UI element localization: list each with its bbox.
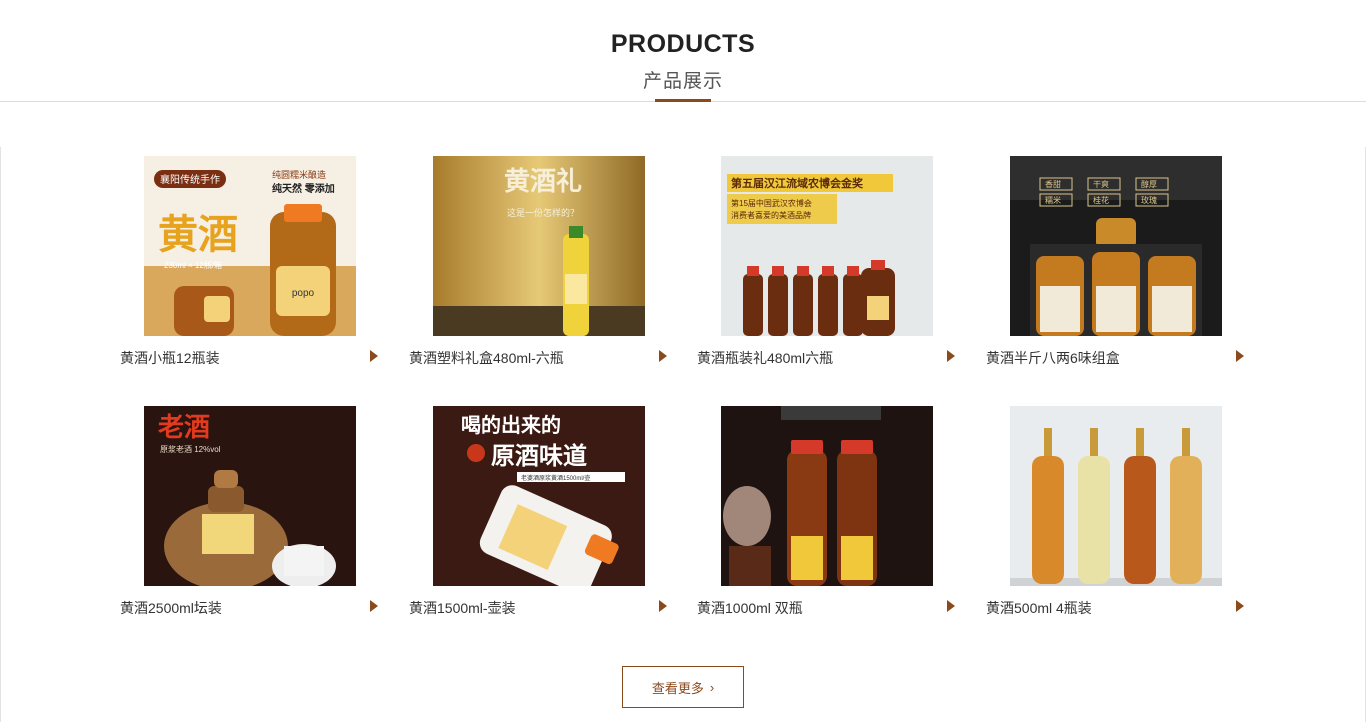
product-card[interactable]: 香甜 干爽 醇厚 糯米 桂花 玫瑰 黄酒半斤八两6味组盒 [986,156,1246,388]
product-image[interactable]: 喝的出来的 原酒味道 老婆酒原浆黄酒1500ml/壶 [433,406,645,586]
svg-text:桂花: 桂花 [1093,195,1109,205]
triangle-right-icon[interactable] [659,600,667,612]
section-title-en: PRODUCTS [610,30,756,58]
svg-text:纯天然 零添加: 纯天然 零添加 [272,182,335,195]
product-photo-four-bottles [1010,406,1222,586]
svg-text:糯米: 糯米 [1045,195,1061,205]
triangle-right-icon[interactable] [659,350,667,362]
section-title-zh: 产品展示 [642,71,723,92]
product-photo-combo-box: 香甜 干爽 醇厚 糯米 桂花 玫瑰 [1010,156,1222,336]
image-tag: 襄阳传统手作 [160,173,220,186]
svg-text:popo: popo [292,288,315,299]
section-heading: PRODUCTS 产品展示 [0,0,1366,102]
product-card[interactable]: 黄酒500ml 4瓶装 [986,406,1246,638]
product-card[interactable]: 喝的出来的 原酒味道 老婆酒原浆黄酒1500ml/壶 黄酒1500ml-壶装 [409,406,669,638]
product-image[interactable]: 襄阳传统手作 纯圆糯米酿造 纯天然 零添加 黄酒 230ml × 12瓶/箱 p… [144,156,356,336]
product-card[interactable]: 老酒 原浆老酒 12%vol 黄酒2500ml坛装 [120,406,380,638]
product-photo-six-bottles: 第五届汉江流域农博会金奖 第15届中国武汉农博会 消费者喜爱的美酒品牌 [721,156,933,336]
product-name[interactable]: 黄酒瓶装礼480ml六瓶 [697,348,937,368]
left-border [0,147,1,722]
product-name[interactable]: 黄酒500ml 4瓶装 [986,598,1226,618]
product-photo-gift-box: 黄酒礼 这是一份怎样的？ [433,156,645,336]
product-card[interactable]: 襄阳传统手作 纯圆糯米酿造 纯天然 零添加 黄酒 230ml × 12瓶/箱 p… [120,156,380,388]
svg-text:230ml × 12瓶/箱: 230ml × 12瓶/箱 [164,260,222,270]
svg-text:原浆老酒 12%vol: 原浆老酒 12%vol [160,444,221,454]
title-underline [655,99,711,102]
triangle-right-icon[interactable] [1236,600,1244,612]
triangle-right-icon[interactable] [947,600,955,612]
view-more-label: 查看更多 [651,680,704,696]
product-name[interactable]: 黄酒塑料礼盒480ml-六瓶 [409,348,649,368]
triangle-right-icon[interactable] [947,350,955,362]
svg-text:老酒: 老酒 [158,412,210,442]
triangle-right-icon[interactable] [370,350,378,362]
svg-text:消费者喜爱的美酒品牌: 消费者喜爱的美酒品牌 [731,210,811,220]
product-name[interactable]: 黄酒2500ml坛装 [120,598,360,618]
product-image[interactable]: 黄酒礼 这是一份怎样的？ [433,156,645,336]
product-photo-two-bottles [721,406,933,586]
product-photo-jar: 老酒 原浆老酒 12%vol [144,406,356,586]
product-image[interactable] [721,406,933,586]
products-page: PRODUCTS 产品展示 襄阳传统手作 纯圆糯米酿造 纯天然 零添加 黄酒 2… [0,0,1366,722]
product-card[interactable]: 黄酒礼 这是一份怎样的？ 黄酒塑料礼盒480ml-六瓶 [409,156,669,388]
product-image[interactable]: 香甜 干爽 醇厚 糯米 桂花 玫瑰 [1010,156,1222,336]
product-photo-small-bottles: 襄阳传统手作 纯圆糯米酿造 纯天然 零添加 黄酒 230ml × 12瓶/箱 p… [144,156,356,336]
svg-text:第15届中国武汉农博会: 第15届中国武汉农博会 [731,198,812,208]
product-name[interactable]: 黄酒1000ml 双瓶 [697,598,937,618]
svg-text:玫瑰: 玫瑰 [1141,195,1157,205]
image-big-text: 黄酒 [158,213,238,257]
triangle-right-icon[interactable] [370,600,378,612]
svg-text:香甜: 香甜 [1045,179,1061,189]
chevron-right-icon: › [709,679,715,695]
product-image[interactable]: 老酒 原浆老酒 12%vol [144,406,356,586]
svg-text:喝的出来的: 喝的出来的 [461,413,561,437]
triangle-right-icon[interactable] [1236,350,1244,362]
svg-text:醇厚: 醇厚 [1141,179,1157,189]
product-name[interactable]: 黄酒小瓶12瓶装 [120,348,360,368]
svg-text:老婆酒原浆黄酒1500ml/壶: 老婆酒原浆黄酒1500ml/壶 [521,474,590,482]
product-image[interactable] [1010,406,1222,586]
product-image[interactable]: 第五届汉江流域农博会金奖 第15届中国武汉农博会 消费者喜爱的美酒品牌 [721,156,933,336]
svg-text:干爽: 干爽 [1093,180,1109,189]
svg-text:黄酒礼: 黄酒礼 [504,166,582,196]
svg-text:这是一份怎样的？: 这是一份怎样的？ [507,207,579,218]
product-name[interactable]: 黄酒1500ml-壶装 [409,598,649,618]
svg-text:原酒味道: 原酒味道 [491,442,587,470]
product-card[interactable]: 黄酒1000ml 双瓶 [697,406,957,638]
svg-text:纯圆糯米酿造: 纯圆糯米酿造 [272,169,326,180]
product-name[interactable]: 黄酒半斤八两6味组盒 [986,348,1226,368]
view-more-button[interactable]: 查看更多 › [622,666,744,708]
svg-text:第五届汉江流域农博会金奖: 第五届汉江流域农博会金奖 [731,176,864,190]
product-photo-jug: 喝的出来的 原酒味道 老婆酒原浆黄酒1500ml/壶 [433,406,645,586]
product-card[interactable]: 第五届汉江流域农博会金奖 第15届中国武汉农博会 消费者喜爱的美酒品牌 黄酒瓶装… [697,156,957,388]
